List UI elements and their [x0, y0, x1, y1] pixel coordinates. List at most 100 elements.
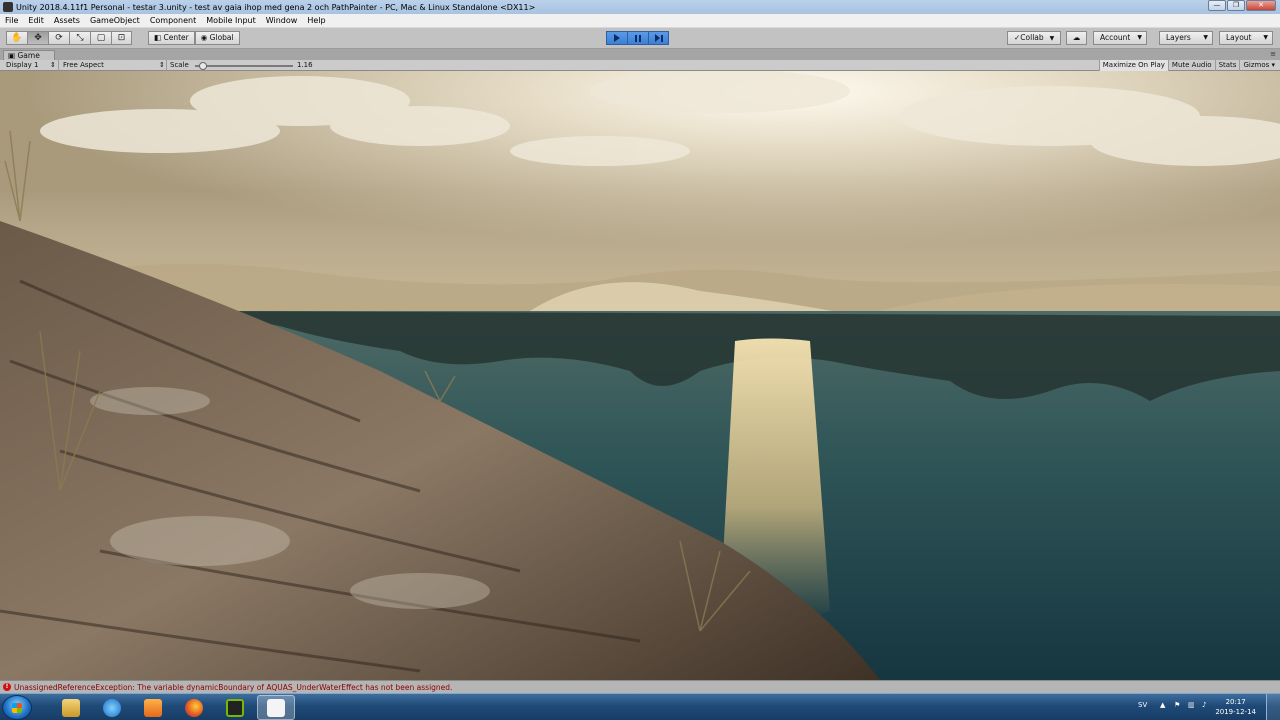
menu-gameobject[interactable]: GameObject [85, 16, 145, 25]
game-tab-icon: ▣ [8, 51, 16, 60]
aspect-dropdown[interactable]: Free Aspect ⇕ [63, 60, 165, 71]
tab-menu-icon[interactable]: ≡ [1270, 50, 1276, 58]
transform-tools: ✋ ✥ ⟳ ⤡ ▢ ⊡ [6, 31, 132, 45]
caret-down-icon: ▼ [1049, 35, 1055, 42]
status-message[interactable]: UnassignedReferenceException: The variab… [14, 683, 452, 692]
taskbar-unity[interactable] [257, 695, 295, 720]
caret-down-icon: ▼ [1203, 34, 1208, 41]
gizmos-label: Gizmos [1243, 61, 1270, 69]
layout-dropdown[interactable]: Layout ▼ [1219, 31, 1273, 45]
close-button[interactable]: ✕ [1246, 0, 1276, 11]
flag-icon[interactable]: ⚑ [1174, 701, 1180, 709]
nvidia-icon [226, 698, 244, 717]
maximize-button[interactable]: ❐ [1227, 0, 1245, 11]
play-button[interactable] [606, 31, 627, 45]
game-view-toolbar: Display 1 ⇕ Free Aspect ⇕ Scale 1.16 Maxim… [0, 60, 1280, 71]
taskbar-firefox[interactable] [175, 695, 213, 720]
pivot-global-button[interactable]: ◉ Global [194, 31, 240, 45]
menu-window[interactable]: Window [261, 16, 303, 25]
taskbar-explorer[interactable] [52, 695, 90, 720]
scale-label: Scale [170, 61, 189, 69]
caret-down-icon: ▾ [1271, 61, 1275, 69]
cloud-button[interactable]: ☁ [1066, 31, 1087, 45]
show-desktop-button[interactable] [1266, 694, 1280, 720]
unity-icon [267, 698, 285, 717]
ie-icon [103, 698, 121, 717]
scale-slider-thumb[interactable] [199, 62, 207, 70]
show-hidden-icons[interactable]: ▲ [1160, 701, 1165, 709]
firefox-icon [185, 698, 203, 717]
transform-tool-icon[interactable]: ⊡ [111, 31, 132, 45]
menu-help[interactable]: Help [302, 16, 330, 25]
layers-dropdown[interactable]: Layers ▼ [1159, 31, 1213, 45]
tab-strip: ▣ Game ≡ [0, 49, 1280, 60]
hand-tool-icon[interactable]: ✋ [6, 31, 27, 45]
collab-label: Collab [1020, 33, 1044, 42]
cloud-icon: ☁ [1072, 33, 1081, 42]
step-icon [654, 34, 663, 42]
game-viewport[interactable] [0, 71, 1280, 680]
network-icon[interactable]: ▥ [1188, 701, 1195, 709]
error-icon: ! [3, 683, 11, 691]
updown-icon: ⇕ [50, 61, 56, 69]
menu-assets[interactable]: Assets [49, 16, 85, 25]
caret-down-icon: ▼ [1263, 34, 1268, 41]
step-button[interactable] [648, 31, 669, 45]
menu-bar: File Edit Assets GameObject Component Mo… [0, 14, 1280, 28]
pivot-controls: ◧ Center ◉ Global [148, 31, 240, 45]
display-dropdown[interactable]: Display 1 ⇕ [6, 60, 56, 71]
layout-label: Layout [1226, 33, 1252, 42]
account-group: Account ▼ [1093, 31, 1147, 45]
minimize-button[interactable]: — [1208, 0, 1226, 11]
taskbar-ie[interactable] [93, 695, 131, 720]
scale-slider-track[interactable] [195, 65, 293, 67]
unity-logo-icon [3, 2, 13, 12]
media-player-icon [144, 698, 162, 717]
tab-game[interactable]: ▣ Game [3, 50, 55, 60]
start-button[interactable] [2, 695, 32, 720]
scale-tool-icon[interactable]: ⤡ [69, 31, 90, 45]
collab-dropdown[interactable]: ✓Collab ▼ [1007, 31, 1062, 45]
console-status-bar[interactable]: ! UnassignedReferenceException: The vari… [0, 680, 1280, 693]
main-toolbar: ✋ ✥ ⟳ ⤡ ▢ ⊡ ◧ Center ◉ Global ✓Collab ▼ ☁… [0, 28, 1280, 49]
account-label: Account [1100, 33, 1131, 42]
rotate-tool-icon[interactable]: ⟳ [48, 31, 69, 45]
caret-down-icon: ▼ [1137, 34, 1142, 41]
menu-component[interactable]: Component [145, 16, 201, 25]
system-tray: SV ▲ ⚑ ▥ ♪ 20:17 2019-12-14 [1130, 694, 1280, 720]
maximize-on-play-toggle[interactable]: Maximize On Play [1098, 60, 1168, 71]
volume-icon[interactable]: ♪ [1202, 701, 1206, 709]
windows-taskbar: SV ▲ ⚑ ▥ ♪ 20:17 2019-12-14 [0, 693, 1280, 720]
divider [58, 60, 59, 71]
updown-icon: ⇕ [159, 61, 165, 69]
move-tool-icon[interactable]: ✥ [27, 31, 48, 45]
menu-edit[interactable]: Edit [23, 16, 49, 25]
pivot-label: Center [163, 33, 189, 42]
taskbar-media-player[interactable] [134, 695, 172, 720]
display-label: Display 1 [6, 61, 39, 69]
cloud-group: ☁ [1066, 31, 1087, 45]
stats-toggle[interactable]: Stats [1214, 60, 1240, 71]
menu-mobile-input[interactable]: Mobile Input [201, 16, 261, 25]
pivot-center-button[interactable]: ◧ Center [148, 31, 195, 45]
language-indicator[interactable]: SV [1138, 701, 1147, 709]
mute-audio-toggle[interactable]: Mute Audio [1167, 60, 1215, 71]
layers-label: Layers [1166, 33, 1191, 42]
pause-button[interactable] [627, 31, 648, 45]
clock[interactable]: 20:17 2019-12-14 [1215, 697, 1256, 717]
gizmos-dropdown[interactable]: Gizmos ▾ [1239, 60, 1278, 71]
pivot-icon: ◧ [154, 33, 162, 42]
scale-value: 1.16 [297, 61, 313, 69]
globe-icon: ◉ [200, 33, 208, 42]
play-icon [614, 34, 620, 42]
game-tab-label: Game [17, 51, 40, 60]
space-label: Global [209, 33, 234, 42]
rect-tool-icon[interactable]: ▢ [90, 31, 111, 45]
menu-file[interactable]: File [0, 16, 23, 25]
taskbar-nvidia[interactable] [216, 695, 254, 720]
window-controls: — ❐ ✕ [1207, 0, 1276, 12]
game-scene [0, 71, 1280, 680]
account-dropdown[interactable]: Account ▼ [1093, 31, 1147, 45]
clock-date: 2019-12-14 [1215, 708, 1256, 716]
aspect-label: Free Aspect [63, 61, 104, 69]
